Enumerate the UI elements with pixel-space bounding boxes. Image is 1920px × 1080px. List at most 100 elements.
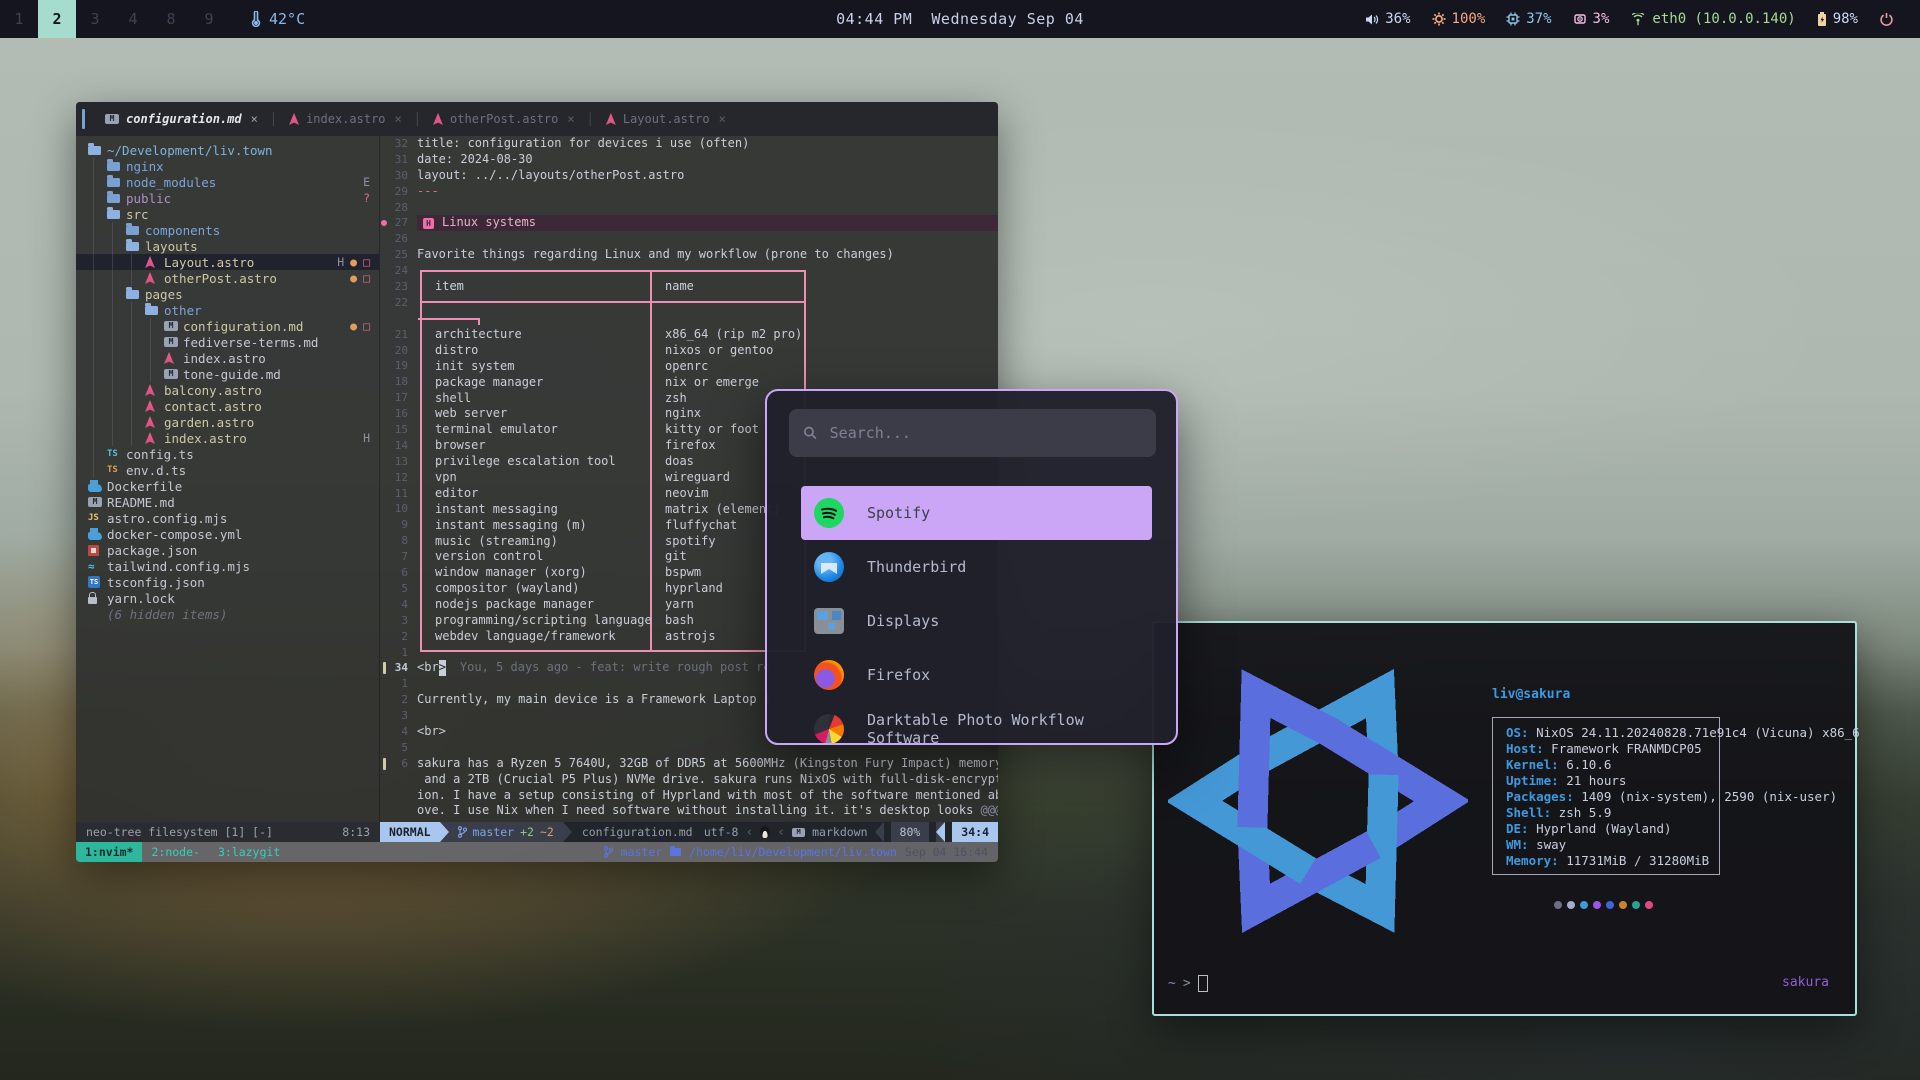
statusline-right: utf-8 ‹ ‹ M markdown 80% 34:4 bbox=[704, 822, 998, 842]
gpu-module[interactable]: 3% bbox=[1573, 11, 1610, 27]
close-icon[interactable]: × bbox=[251, 112, 258, 126]
prompt-path: ~ bbox=[1168, 976, 1176, 991]
git-added: +2 bbox=[520, 825, 534, 839]
status-bar: 1 2 3 4 8 9 42°C 04:44 PM Wednesday Sep … bbox=[0, 0, 1920, 38]
launcher-app-list: Spotify Thunderbird Displays Firefox Darktab… bbox=[767, 486, 1176, 745]
table-rows: architecturex86_64 (rip m2 pro)distronix… bbox=[422, 327, 804, 645]
tree-item[interactable]: other bbox=[76, 302, 379, 318]
network-value: eth0 (10.0.0.140) bbox=[1652, 11, 1795, 27]
tree-item[interactable]: index.astroH bbox=[76, 430, 379, 446]
temperature-module: 42°C bbox=[250, 10, 305, 28]
terminal-window[interactable]: liv@sakura OS: NixOS 24.11.20240828.71e9… bbox=[1152, 621, 1857, 1016]
table-row: programming/scripting languagebash bbox=[422, 613, 804, 629]
table-row: browserfirefox bbox=[422, 438, 804, 454]
tab-separator: │ bbox=[414, 112, 421, 126]
tmux-window-nvim[interactable]: 1:nvim* bbox=[76, 842, 142, 862]
tmux-datetime: Sep 04 16:44 bbox=[905, 845, 988, 859]
tree-item[interactable]: ~/Development/liv.town bbox=[76, 142, 379, 158]
tree-item[interactable]: (6 hidden items) bbox=[76, 606, 379, 622]
tree-item[interactable]: pages bbox=[76, 286, 379, 302]
tmux-window-lazygit[interactable]: 3:lazygit bbox=[209, 842, 289, 862]
palette-dot bbox=[1580, 901, 1588, 909]
tree-item[interactable]: TStsconfig.json bbox=[76, 574, 379, 590]
tmux-branch: master bbox=[621, 845, 663, 859]
tab-otherpost-astro[interactable]: otherPost.astro × bbox=[421, 102, 587, 136]
bufferline-indicator bbox=[82, 109, 85, 129]
palette-dot bbox=[1567, 901, 1575, 909]
tree-item[interactable]: Mtone-guide.md bbox=[76, 366, 379, 382]
app-label: Darktable Photo Workflow Software bbox=[867, 711, 1152, 745]
close-icon[interactable]: × bbox=[395, 112, 402, 126]
tmux-right: master /home/liv/Development/liv.town Se… bbox=[604, 845, 998, 859]
close-icon[interactable]: × bbox=[567, 112, 574, 126]
workspace-3[interactable]: 3 bbox=[76, 0, 114, 38]
workspace-2-active[interactable]: 2 bbox=[38, 0, 76, 38]
tree-item[interactable]: package.json bbox=[76, 542, 379, 558]
neotree-position: 8:13 bbox=[342, 825, 370, 839]
file-tree[interactable]: ~/Development/liv.townnginxnode_modulesE… bbox=[76, 136, 380, 822]
tree-item[interactable]: Mfediverse-terms.md bbox=[76, 334, 379, 350]
launcher-item-spotify[interactable]: Spotify bbox=[801, 486, 1152, 540]
tree-item[interactable]: index.astro bbox=[76, 350, 379, 366]
brightness-module[interactable]: 100% bbox=[1432, 11, 1486, 27]
launcher-item-darktable[interactable]: Darktable Photo Workflow Software bbox=[801, 702, 1152, 745]
launcher-item-displays[interactable]: Displays bbox=[801, 594, 1152, 648]
tree-item[interactable]: public? bbox=[76, 190, 379, 206]
workspace-9[interactable]: 9 bbox=[190, 0, 228, 38]
tab-configuration-md[interactable]: M configuration.md × bbox=[93, 102, 270, 136]
buffer-line: 27Linux systems bbox=[380, 215, 998, 231]
tab-label: index.astro bbox=[306, 112, 385, 126]
tree-item[interactable]: Dockerfile bbox=[76, 478, 379, 494]
tree-item[interactable]: ≈tailwind.config.mjs bbox=[76, 558, 379, 574]
tree-item[interactable]: layouts bbox=[76, 238, 379, 254]
workspace-1[interactable]: 1 bbox=[0, 0, 38, 38]
table-row: webdev language/frameworkastrojs bbox=[422, 629, 804, 645]
fetch-field: DE: Hyprland (Wayland) bbox=[1506, 821, 1860, 837]
tree-item[interactable]: contact.astro bbox=[76, 398, 379, 414]
launcher-item-thunderbird[interactable]: Thunderbird bbox=[801, 540, 1152, 594]
tree-item[interactable]: src bbox=[76, 206, 379, 222]
tree-item[interactable]: balcony.astro bbox=[76, 382, 379, 398]
powerline-separator bbox=[440, 822, 449, 842]
tree-item[interactable]: Layout.astroH●□ bbox=[76, 254, 379, 270]
shell-prompt[interactable]: ~ > bbox=[1168, 975, 1208, 992]
tree-item[interactable]: docker-compose.yml bbox=[76, 526, 379, 542]
launcher-search[interactable] bbox=[789, 409, 1156, 457]
tree-item[interactable]: TSenv.d.ts bbox=[76, 462, 379, 478]
tmux-window-node[interactable]: 2:node- bbox=[142, 842, 208, 862]
tree-item[interactable]: Mconfiguration.md●□ bbox=[76, 318, 379, 334]
tree-item[interactable]: nginx bbox=[76, 158, 379, 174]
tree-item[interactable]: garden.astro bbox=[76, 414, 379, 430]
astro-icon bbox=[606, 113, 616, 125]
power-button[interactable] bbox=[1879, 12, 1894, 27]
workspace-4[interactable]: 4 bbox=[114, 0, 152, 38]
app-label: Firefox bbox=[867, 666, 930, 684]
tab-index-astro[interactable]: index.astro × bbox=[277, 102, 414, 136]
tree-item[interactable]: yarn.lock bbox=[76, 590, 379, 606]
tree-item[interactable]: node_modulesE bbox=[76, 174, 379, 190]
volume-module[interactable]: 36% bbox=[1365, 11, 1410, 27]
search-input[interactable] bbox=[828, 423, 1142, 443]
launcher-item-firefox[interactable]: Firefox bbox=[801, 648, 1152, 702]
tab-label: configuration.md bbox=[126, 112, 242, 126]
power-icon bbox=[1879, 12, 1894, 27]
cpu-module[interactable]: 37% bbox=[1506, 11, 1551, 27]
fetch-fields: OS: NixOS 24.11.20240828.71e91c4 (Vicuna… bbox=[1506, 725, 1860, 869]
tab-layout-astro[interactable]: Layout.astro × bbox=[594, 102, 738, 136]
app-label: Thunderbird bbox=[867, 558, 966, 576]
battery-module[interactable]: 98% bbox=[1817, 11, 1858, 27]
tree-item[interactable]: otherPost.astro●□ bbox=[76, 270, 379, 286]
palette-dot bbox=[1593, 901, 1601, 909]
workspace-8[interactable]: 8 bbox=[152, 0, 190, 38]
network-module[interactable]: eth0 (10.0.0.140) bbox=[1630, 11, 1795, 27]
tree-item[interactable]: JSastro.config.mjs bbox=[76, 510, 379, 526]
fetch-field: Shell: zsh 5.9 bbox=[1506, 805, 1860, 821]
table-row: version controlgit bbox=[422, 549, 804, 565]
buffer-line: 25Favorite things regarding Linux and my… bbox=[380, 247, 998, 263]
tree-item[interactable]: TSconfig.ts bbox=[76, 446, 379, 462]
fetch-field: Host: Framework FRANMDCP05 bbox=[1506, 741, 1860, 757]
buffer-line: ove. I use Nix when I need software with… bbox=[380, 803, 998, 819]
tree-item[interactable]: components bbox=[76, 222, 379, 238]
close-icon[interactable]: × bbox=[719, 112, 726, 126]
tree-item[interactable]: MREADME.md bbox=[76, 494, 379, 510]
